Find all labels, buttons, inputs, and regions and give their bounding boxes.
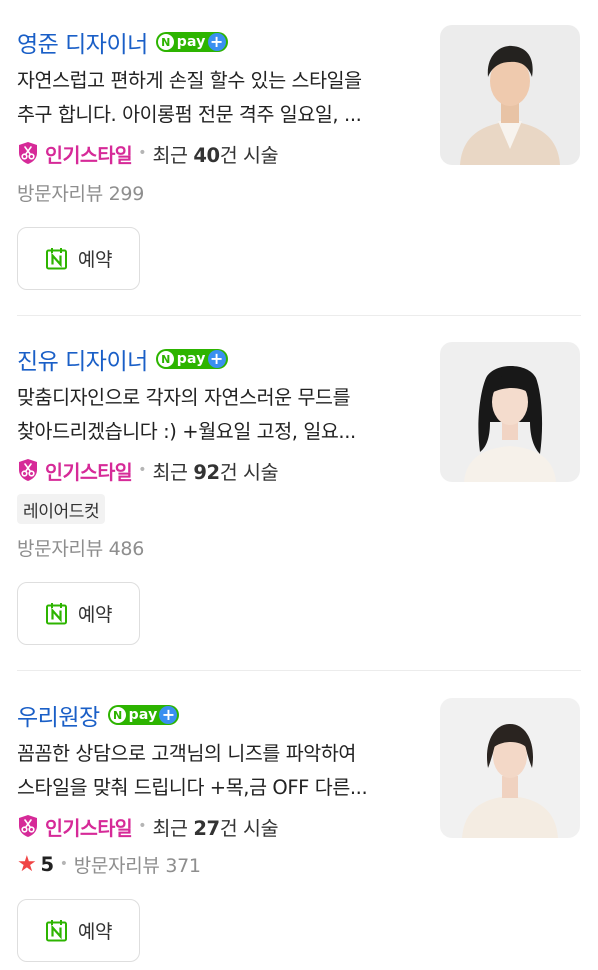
recent-count-text: 최근 27건 시술 (152, 816, 279, 840)
recent-count-text: 최근 92건 시술 (152, 460, 279, 484)
male-designer-photo[interactable] (440, 25, 580, 165)
description-line: 추구 합니다. 아이롱펌 전문 격주 일요일, ... (17, 103, 362, 126)
reserve-label: 예약 (77, 921, 113, 943)
designer-description[interactable]: 꼼꼼한 상담으로 고객님의 니즈를 파악하여 스타일을 맞춰 드립니다 +목,금… (17, 737, 417, 805)
npay-plus-icon: + (207, 33, 226, 51)
description-line: 꼼꼼한 상담으로 고객님의 니즈를 파악하여 (17, 742, 356, 765)
visitor-review-count[interactable]: 방문자리뷰 299 (17, 179, 144, 206)
designer-name-link[interactable]: 진유 디자이너 (17, 342, 148, 376)
star-icon: ★ (17, 851, 37, 877)
style-tag[interactable]: 레이어드컷 (17, 494, 106, 524)
card-divider (17, 315, 581, 316)
description-line: 맞춤디자인으로 각자의 자연스러운 무드를 (17, 386, 351, 409)
npay-n-icon: N (157, 34, 174, 50)
npay-pay-text: pay (176, 34, 206, 50)
review-row: ★ 5 • 방문자리뷰 371 (17, 849, 201, 879)
reserve-label: 예약 (77, 604, 113, 626)
designer-description[interactable]: 자연스럽고 편하게 손질 할수 있는 스타일을 추구 합니다. 아이롱펌 전문 … (17, 64, 417, 132)
designer-description[interactable]: 맞춤디자인으로 각자의 자연스러운 무드를 찾아드리겠습니다 :) +월요일 고… (17, 381, 417, 449)
popular-style-label[interactable]: 인기스타일 (45, 456, 133, 485)
npay-n-icon: N (109, 707, 126, 723)
female-director-photo[interactable] (440, 698, 580, 838)
female-designer-photo[interactable] (440, 342, 580, 482)
card-divider (17, 670, 581, 671)
designer-card: 우리원장 N pay + 꼼꼼한 상담으로 고객님의 니즈를 파악하여 스타일을… (0, 672, 598, 970)
separator-dot: • (138, 145, 147, 161)
description-line: 찾아드리겠습니다 :) +월요일 고정, 일요... (17, 420, 356, 443)
popular-style-row: 인기스타일 • 최근 27건 시술 (17, 811, 279, 841)
naver-booking-calendar-icon (45, 602, 68, 625)
designer-title-row: 영준 디자이너 N pay + (17, 25, 228, 59)
npay-pay-text: pay (176, 351, 206, 367)
reserve-label: 예약 (77, 249, 113, 271)
recent-count-text: 최근 40건 시술 (152, 143, 279, 167)
review-row: 방문자리뷰 486 (17, 532, 144, 562)
designer-card: 진유 디자이너 N pay + 맞춤디자인으로 각자의 자연스러운 무드를 찾아… (0, 317, 598, 671)
popular-style-label[interactable]: 인기스타일 (45, 139, 133, 168)
npay-plus-icon: + (159, 706, 178, 724)
popular-style-row: 인기스타일 • 최근 92건 시술 (17, 455, 279, 485)
review-row: 방문자리뷰 299 (17, 177, 144, 207)
popular-style-row: 인기스타일 • 최근 40건 시술 (17, 138, 279, 168)
reserve-button[interactable]: 예약 (17, 227, 140, 290)
visitor-review-count[interactable]: 방문자리뷰 371 (74, 851, 201, 878)
designer-name-link[interactable]: 우리원장 (17, 698, 100, 732)
separator-dot: • (138, 462, 147, 478)
visitor-review-count[interactable]: 방문자리뷰 486 (17, 534, 144, 561)
npay-plus-badge: N pay + (155, 32, 228, 52)
npay-pay-text: pay (128, 707, 158, 723)
scissors-shield-icon (17, 814, 39, 838)
designer-name-link[interactable]: 영준 디자이너 (17, 25, 148, 59)
popular-style-label[interactable]: 인기스타일 (45, 812, 133, 841)
scissors-shield-icon (17, 141, 39, 165)
reserve-button[interactable]: 예약 (17, 582, 140, 645)
separator-dot: • (138, 818, 147, 834)
naver-booking-calendar-icon (45, 919, 68, 942)
scissors-shield-icon (17, 458, 39, 482)
designer-title-row: 진유 디자이너 N pay + (17, 342, 228, 376)
reserve-button[interactable]: 예약 (17, 899, 140, 962)
description-line: 자연스럽고 편하게 손질 할수 있는 스타일을 (17, 69, 362, 92)
designer-title-row: 우리원장 N pay + (17, 698, 180, 732)
designer-card: 영준 디자이너 N pay + 자연스럽고 편하게 손질 할수 있는 스타일을 … (0, 0, 598, 316)
naver-booking-calendar-icon (45, 247, 68, 270)
npay-plus-badge: N pay + (155, 349, 228, 369)
npay-plus-badge: N pay + (107, 705, 180, 725)
npay-plus-icon: + (207, 350, 226, 368)
separator-dot: • (59, 856, 68, 872)
rating-value: 5 (40, 852, 54, 876)
description-line: 스타일을 맞춰 드립니다 +목,금 OFF 다른... (17, 776, 368, 799)
npay-n-icon: N (157, 351, 174, 367)
